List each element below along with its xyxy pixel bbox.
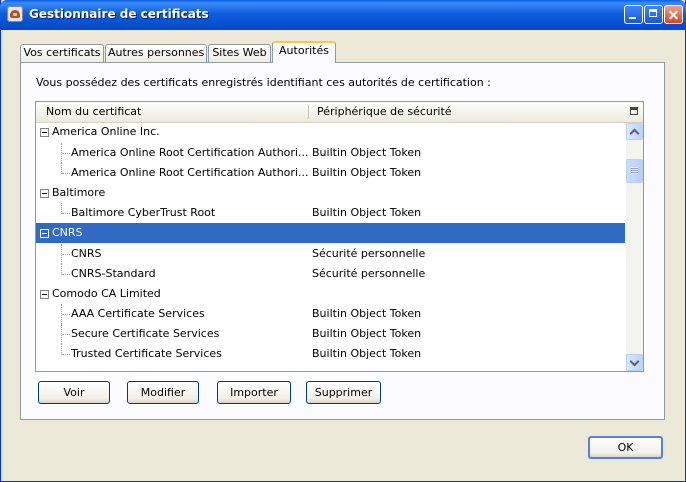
scroll-down-icon[interactable]: [626, 354, 643, 371]
security-device: Builtin Object Token: [312, 166, 422, 179]
tree-connector: [62, 314, 70, 315]
tree-item-row[interactable]: America Online Root Certification Author…: [36, 143, 625, 163]
edit-button[interactable]: Modifier: [127, 381, 199, 404]
tab-other-people[interactable]: Autres personnes: [105, 44, 207, 62]
tree-connector: [62, 213, 70, 214]
view-button[interactable]: Voir: [38, 381, 110, 404]
tree-connector: [62, 334, 70, 335]
certificate-name: CNRS-Standard: [71, 267, 156, 280]
delete-button[interactable]: Supprimer: [306, 381, 381, 404]
tab-your-certificates[interactable]: Vos certificats: [20, 44, 104, 62]
import-button[interactable]: Importer: [217, 381, 291, 404]
tab-web-sites[interactable]: Sites Web: [208, 44, 271, 62]
group-label: Comodo CA Limited: [52, 287, 161, 300]
certificate-name: America Online Root Certification Author…: [71, 146, 309, 159]
security-device: Builtin Object Token: [312, 146, 422, 159]
column-separator[interactable]: [308, 105, 309, 119]
scroll-up-icon[interactable]: [626, 123, 643, 140]
security-device: Builtin Object Token: [312, 347, 422, 360]
tree-group-row[interactable]: America Online Inc.: [36, 122, 625, 142]
app-icon: [7, 6, 23, 22]
tree-connector: [62, 254, 70, 255]
tree-item-row[interactable]: Secure Certificate Services Builtin Obje…: [36, 324, 625, 344]
tree-group-row-selected[interactable]: CNRS: [36, 223, 625, 243]
column-picker-icon[interactable]: [626, 102, 643, 123]
security-device: Builtin Object Token: [312, 307, 422, 320]
tree-connector: [62, 274, 70, 275]
collapse-icon[interactable]: [40, 189, 49, 198]
collapse-icon[interactable]: [40, 128, 49, 137]
certificate-manager-window: Gestionnaire de certificats Vos certific…: [0, 0, 686, 482]
vertical-scrollbar[interactable]: [626, 123, 643, 371]
security-device: Sécurité personnelle: [312, 247, 426, 260]
security-device: Builtin Object Token: [312, 206, 422, 219]
collapse-icon[interactable]: [40, 229, 49, 238]
title-bar[interactable]: Gestionnaire de certificats: [0, 0, 686, 30]
tree-item-row[interactable]: Trusted Certificate Services Builtin Obj…: [36, 344, 625, 364]
certificate-name: CNRS: [71, 247, 102, 260]
minimize-button[interactable]: [624, 5, 643, 24]
tree-group-row[interactable]: Baltimore: [36, 183, 625, 203]
tree-connector: [62, 153, 70, 154]
tree-header: Nom du certificat Périphérique de sécuri…: [36, 102, 626, 123]
certificate-name: Secure Certificate Services: [71, 327, 220, 340]
tree-group-row[interactable]: Comodo CA Limited: [36, 284, 625, 304]
tree-item-row[interactable]: America Online Root Certification Author…: [36, 163, 625, 183]
certificate-name: Baltimore CyberTrust Root: [71, 206, 216, 219]
security-device: Sécurité personnelle: [312, 267, 426, 280]
scroll-thumb[interactable]: [626, 159, 643, 183]
certificate-name: Trusted Certificate Services: [71, 347, 222, 360]
certificate-name: AAA Certificate Services: [71, 307, 205, 320]
group-label: America Online Inc.: [52, 125, 160, 138]
tree-item-row[interactable]: CNRS Sécurité personnelle: [36, 244, 625, 264]
group-label: Baltimore: [52, 186, 106, 199]
certificate-tree[interactable]: Nom du certificat Périphérique de sécuri…: [35, 101, 644, 372]
tree-item-row[interactable]: CNRS-Standard Sécurité personnelle: [36, 264, 625, 284]
ok-button[interactable]: OK: [588, 436, 663, 459]
security-device: Builtin Object Token: [312, 327, 422, 340]
description-text: Vous possédez des certificats enregistré…: [36, 76, 491, 89]
tab-authorities[interactable]: Autorités: [272, 41, 336, 63]
close-button[interactable]: [664, 5, 683, 24]
maximize-button[interactable]: [644, 5, 663, 24]
tree-connector: [62, 173, 70, 174]
certificate-name: America Online Root Certification Author…: [71, 166, 309, 179]
collapse-icon[interactable]: [40, 290, 49, 299]
group-label: CNRS: [52, 226, 83, 239]
tree-item-row[interactable]: Baltimore CyberTrust Root Builtin Object…: [36, 203, 625, 223]
column-header-name[interactable]: Nom du certificat: [46, 105, 141, 118]
window-title: Gestionnaire de certificats: [29, 7, 209, 21]
tree-item-row[interactable]: AAA Certificate Services Builtin Object …: [36, 304, 625, 324]
column-header-device[interactable]: Périphérique de sécurité: [317, 105, 452, 118]
tree-connector: [62, 354, 70, 355]
